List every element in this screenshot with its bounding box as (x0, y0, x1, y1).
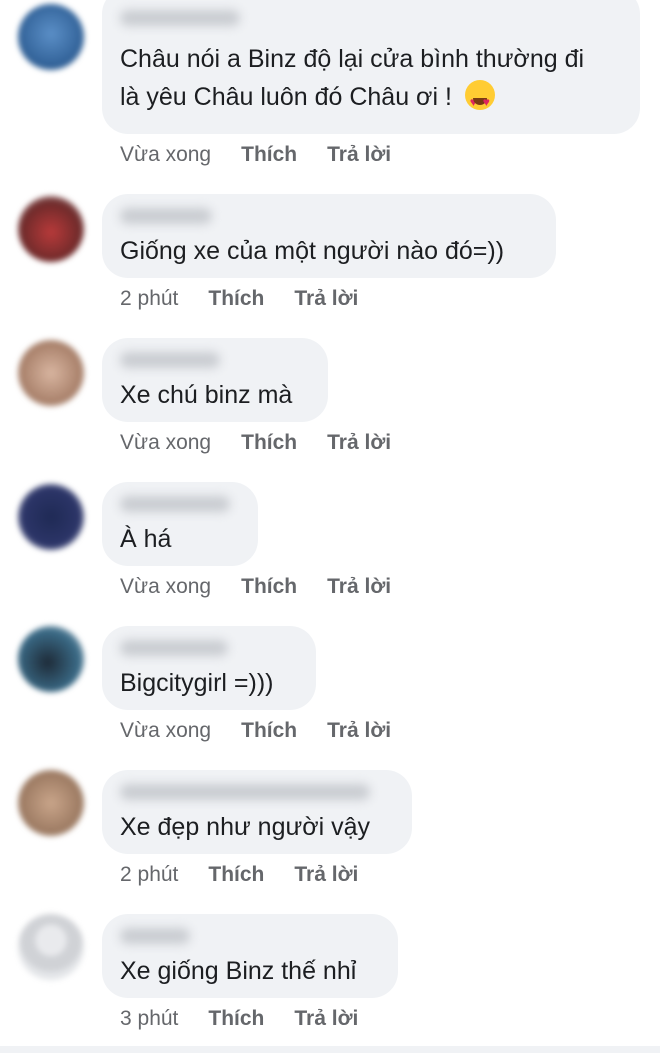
avatar[interactable] (18, 484, 84, 550)
comment-time: 2 phút (120, 863, 179, 886)
like-button[interactable]: Thích (208, 863, 264, 887)
comment-bubble: Xe chú binz mà (102, 338, 328, 422)
comment-text: Châu nói a Binz độ lại cửa bình thường đ… (120, 45, 585, 73)
like-button[interactable]: Thích (241, 719, 297, 743)
comment-actions: Vừa xong Thích Trả lời (120, 575, 421, 599)
comment-actions: Vừa xong Thích Trả lời (120, 143, 421, 167)
comment-actions: 3 phút Thích Trả lời (120, 1007, 388, 1031)
comment-bubble: Châu nói a Binz độ lại cửa bình thường đ… (102, 0, 640, 134)
comment-bubble: Xe giống Binz thế nhỉ (102, 914, 398, 998)
avatar[interactable] (18, 4, 84, 70)
avatar[interactable] (18, 196, 84, 262)
comment-time: Vừa xong (120, 143, 212, 166)
reply-button[interactable]: Trả lời (294, 287, 358, 311)
avatar[interactable] (18, 770, 84, 836)
comment-time: 3 phút (120, 1007, 179, 1030)
comment-time: Vừa xong (120, 719, 212, 742)
commenter-name[interactable] (120, 208, 212, 224)
comment-actions: Vừa xong Thích Trả lời (120, 719, 421, 743)
comment-bubble: Giống xe của một người nào đó=)) (102, 194, 556, 278)
commenter-name[interactable] (120, 352, 220, 368)
comment-text: À há (120, 525, 172, 553)
comment-time: 2 phút (120, 287, 179, 310)
avatar[interactable] (18, 914, 84, 980)
avatar[interactable] (18, 340, 84, 406)
reply-button[interactable]: Trả lời (327, 719, 391, 743)
like-button[interactable]: Thích (241, 575, 297, 599)
comment-actions: 2 phút Thích Trả lời (120, 287, 388, 311)
comment-bubble: Bigcitygirl =))) (102, 626, 316, 710)
comment-text: là yêu Châu luôn đó Châu ơi ! (120, 78, 495, 121)
comment-time: Vừa xong (120, 575, 212, 598)
comment-text: Xe đẹp như người vậy (120, 813, 371, 841)
like-button[interactable]: Thích (241, 143, 297, 167)
reply-button[interactable]: Trả lời (327, 575, 391, 599)
reply-button[interactable]: Trả lời (327, 143, 391, 167)
reply-button[interactable]: Trả lời (327, 431, 391, 455)
like-button[interactable]: Thích (208, 287, 264, 311)
reply-button[interactable]: Trả lời (294, 863, 358, 887)
commenter-name[interactable] (120, 928, 190, 944)
comment-text: Giống xe của một người nào đó=)) (120, 237, 505, 265)
reply-button[interactable]: Trả lời (294, 1007, 358, 1031)
comment-time: Vừa xong (120, 431, 212, 454)
comment-bubble: Xe đẹp như người vậy (102, 770, 412, 854)
comment-bubble: À há (102, 482, 258, 566)
comment-actions: 2 phút Thích Trả lời (120, 863, 388, 887)
bottom-divider (0, 1046, 660, 1053)
commenter-name[interactable] (120, 640, 228, 656)
commenter-name[interactable] (120, 496, 230, 512)
comment-text: Bigcitygirl =))) (120, 669, 274, 697)
comment-text: Xe chú binz mà (120, 381, 293, 409)
commenter-name[interactable] (120, 10, 240, 26)
comment-text: Xe giống Binz thế nhỉ (120, 957, 357, 985)
like-button[interactable]: Thích (208, 1007, 264, 1031)
commenter-name[interactable] (120, 784, 370, 800)
like-button[interactable]: Thích (241, 431, 297, 455)
heart-eyes-emoji-icon (464, 80, 495, 121)
avatar[interactable] (18, 626, 84, 692)
comment-actions: Vừa xong Thích Trả lời (120, 431, 421, 455)
